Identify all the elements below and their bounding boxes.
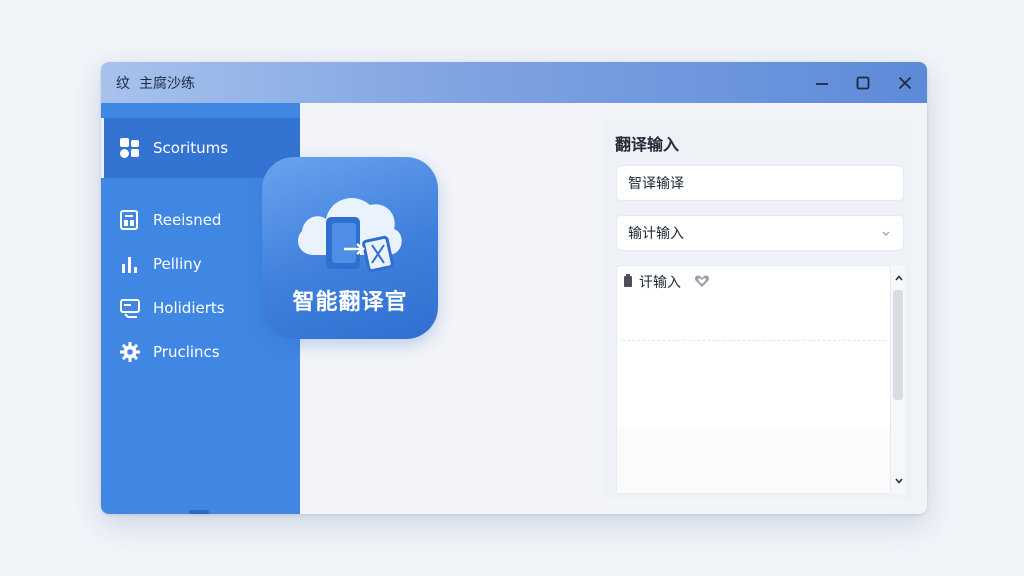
- sidebar-item-label: Pruclincs: [153, 343, 220, 361]
- translate-select[interactable]: 输计输入: [616, 215, 904, 251]
- close-icon: [898, 76, 912, 90]
- scroll-down-icon[interactable]: [893, 475, 905, 487]
- minimize-button[interactable]: [809, 70, 835, 96]
- window-title: 主腐沙练: [139, 76, 195, 92]
- close-button[interactable]: [892, 70, 918, 96]
- scroll-up-icon[interactable]: [893, 272, 905, 284]
- bar-chart-icon: [119, 253, 141, 275]
- textarea-divider: [622, 340, 886, 341]
- title-bar[interactable]: 纹 主腐沙练: [101, 62, 927, 103]
- sidebar-item-pruclincs[interactable]: Pruclincs: [101, 331, 300, 373]
- card-icon: [119, 297, 141, 319]
- heart-icon[interactable]: [694, 274, 710, 288]
- gear-icon: [119, 341, 141, 363]
- textarea-lower-area: [617, 428, 890, 493]
- sidebar-item-label: Reeisned: [153, 211, 222, 229]
- apps-icon: [119, 137, 141, 159]
- app-title-icon: 纹: [116, 76, 130, 92]
- scrollbar-thumb[interactable]: [893, 290, 903, 400]
- maximize-button[interactable]: [850, 70, 876, 96]
- sidebar-item-label: Scoritums: [153, 139, 229, 157]
- select-value: 输计输入: [628, 226, 684, 242]
- chevron-down-icon: [882, 231, 890, 236]
- app-logo: 智能翻译官: [262, 157, 438, 339]
- input-value: 智译输译: [628, 176, 684, 192]
- file-icon: [624, 274, 632, 287]
- cloud-document-translate-icon: [298, 197, 402, 273]
- maximize-icon: [856, 76, 870, 90]
- document-grid-icon: [119, 209, 141, 231]
- sidebar-resize-handle[interactable]: [189, 510, 209, 514]
- sidebar-item-label: Pelliny: [153, 255, 202, 273]
- logo-title: 智能翻译官: [292, 290, 408, 315]
- translate-input-field[interactable]: 智译输译: [616, 165, 904, 201]
- panel-title: 翻译输入: [615, 135, 680, 154]
- sidebar-item-label: Holidierts: [153, 299, 225, 317]
- textarea-placeholder: 讦输入: [639, 275, 681, 291]
- minimize-icon: [816, 83, 828, 85]
